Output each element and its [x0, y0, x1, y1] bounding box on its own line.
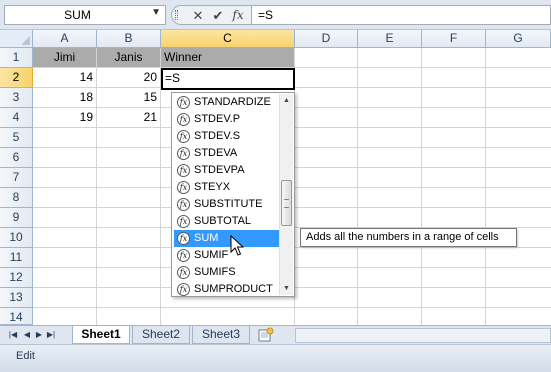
column-header-f[interactable]: F [422, 30, 486, 48]
column-header-d[interactable]: D [295, 30, 358, 48]
function-fx-icon: fx [177, 130, 190, 143]
row-header-2[interactable]: 2 [0, 68, 33, 88]
status-mode: Edit [16, 350, 35, 362]
column-header-g[interactable]: G [486, 30, 551, 48]
next-sheet-icon[interactable]: ▶ [34, 329, 44, 341]
cell-a2[interactable]: 14 [33, 68, 97, 88]
autocomplete-item[interactable]: fx SUBSTITUTE [174, 196, 279, 213]
row-header-13[interactable]: 13 [0, 288, 33, 308]
cell-c1[interactable]: Winner [161, 48, 295, 68]
column-header-e[interactable]: E [358, 30, 422, 48]
row-header-14[interactable]: 14 [0, 308, 33, 325]
active-cell-c2[interactable]: =S [161, 68, 295, 90]
cell-a1[interactable]: Jimi [33, 48, 97, 68]
cell-a3[interactable]: 18 [33, 88, 97, 108]
row-header-8[interactable]: 8 [0, 188, 33, 208]
cell-b3[interactable]: 15 [97, 88, 161, 108]
function-fx-icon: fx [177, 249, 190, 262]
function-fx-icon: fx [177, 215, 190, 228]
autocomplete-item[interactable]: fx STDEVPA [174, 162, 279, 179]
row-header-5[interactable]: 5 [0, 128, 33, 148]
function-fx-icon: fx [177, 96, 190, 109]
cell-b2[interactable]: 20 [97, 68, 161, 88]
formula-bar-buttons: ✕ ✔ fx [183, 5, 251, 25]
status-bar: Edit [0, 344, 551, 372]
insert-function-icon[interactable]: fx [229, 7, 247, 24]
function-fx-icon: fx [177, 266, 190, 279]
insert-sheet-icon[interactable] [257, 327, 275, 343]
autocomplete-item[interactable]: fx SUBTOTAL [174, 213, 279, 230]
function-tooltip: Adds all the numbers in a range of cells [300, 228, 517, 247]
row-header-10[interactable]: 10 [0, 228, 33, 248]
autocomplete-item[interactable]: fx STDEV.P [174, 111, 279, 128]
column-header-c[interactable]: C [161, 30, 295, 48]
tab-sheet3[interactable]: Sheet3 [192, 326, 250, 344]
formula-input[interactable]: =S [251, 5, 551, 25]
cell-a4[interactable]: 19 [33, 108, 97, 128]
cancel-icon[interactable]: ✕ [189, 7, 207, 24]
autocomplete-item[interactable]: fx SUMIF [174, 247, 279, 264]
scroll-up-arrow-icon[interactable]: ▲ [280, 94, 293, 107]
row-header-6[interactable]: 6 [0, 148, 33, 168]
cell-b4[interactable]: 21 [97, 108, 161, 128]
autocomplete-scrollbar[interactable]: ▲ ▼ [279, 94, 293, 295]
row-header-1[interactable]: 1 [0, 48, 33, 68]
row-header-11[interactable]: 11 [0, 248, 33, 268]
scroll-thumb[interactable] [281, 180, 292, 226]
autocomplete-item[interactable]: fx STDEV.S [174, 128, 279, 145]
column-header-b[interactable]: B [97, 30, 161, 48]
formula-bar-grip[interactable] [171, 5, 183, 25]
row-header-12[interactable]: 12 [0, 268, 33, 288]
column-header-a[interactable]: A [33, 30, 97, 48]
autocomplete-item[interactable]: fx SUMPRODUCT [174, 281, 279, 298]
autocomplete-item[interactable]: fx SUMIFS [174, 264, 279, 281]
sheet-tab-bar: |◀ ◀ ▶ ▶| Sheet1 Sheet2 Sheet3 [0, 325, 551, 344]
prev-sheet-icon[interactable]: ◀ [22, 329, 32, 341]
autocomplete-item-selected[interactable]: fx SUM [174, 230, 279, 247]
autocomplete-item[interactable]: fx STDEVA [174, 145, 279, 162]
row-header-9[interactable]: 9 [0, 208, 33, 228]
formula-bar: SUM ▼ ✕ ✔ fx =S [0, 0, 551, 30]
function-fx-icon: fx [177, 113, 190, 126]
enter-check-icon[interactable]: ✔ [209, 7, 227, 24]
tab-sheet1[interactable]: Sheet1 [72, 326, 130, 344]
row-header-3[interactable]: 3 [0, 88, 33, 108]
function-autocomplete-list[interactable]: fx STANDARDIZE fx STDEV.P fx STDEV.S fx STDE… [171, 92, 295, 297]
function-fx-icon: fx [177, 147, 190, 160]
row-header-7[interactable]: 7 [0, 168, 33, 188]
tab-sheet2[interactable]: Sheet2 [132, 326, 190, 344]
function-fx-icon: fx [177, 198, 190, 211]
horizontal-scrollbar[interactable] [295, 328, 551, 343]
row-header-4[interactable]: 4 [0, 108, 33, 128]
first-sheet-icon[interactable]: |◀ [8, 329, 18, 341]
name-box[interactable]: SUM ▼ [4, 5, 166, 25]
name-box-value: SUM [64, 8, 91, 22]
autocomplete-item[interactable]: fx STEYX [174, 179, 279, 196]
chevron-down-icon[interactable]: ▼ [151, 7, 161, 18]
cell-b1[interactable]: Janis [97, 48, 161, 68]
function-fx-icon: fx [177, 283, 190, 296]
scroll-down-arrow-icon[interactable]: ▼ [280, 282, 293, 295]
function-fx-icon: fx [177, 232, 190, 245]
function-fx-icon: fx [177, 181, 190, 194]
autocomplete-item[interactable]: fx STANDARDIZE [174, 94, 279, 111]
select-all-corner[interactable] [0, 30, 33, 48]
function-fx-icon: fx [177, 164, 190, 177]
last-sheet-icon[interactable]: ▶| [46, 329, 56, 341]
mouse-pointer-icon [230, 235, 244, 256]
